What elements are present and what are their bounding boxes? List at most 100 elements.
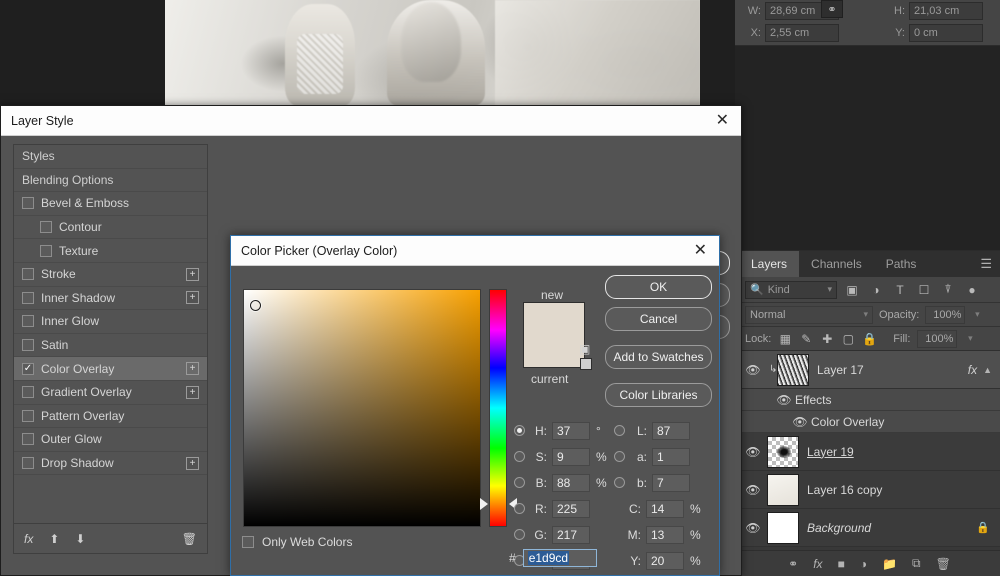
checkbox[interactable] — [22, 433, 34, 446]
sidebar-item-blending-options[interactable]: Blending Options — [14, 169, 207, 193]
checkbox[interactable] — [22, 409, 34, 422]
effect-visibility-icon[interactable]: 👁 — [789, 415, 811, 429]
brightness-input[interactable]: 88 — [552, 473, 590, 492]
hue-slider[interactable] — [489, 289, 507, 527]
add-effect-icon[interactable]: + — [186, 362, 199, 376]
chevron-up-icon[interactable]: ▲ — [983, 365, 992, 375]
fx-icon[interactable]: fx — [813, 557, 822, 571]
checkbox[interactable]: ✓ — [22, 362, 34, 375]
add-to-swatches-button[interactable]: Add to Swatches — [605, 345, 712, 369]
checkbox[interactable] — [22, 268, 34, 281]
add-mask-icon[interactable]: ■ — [838, 557, 845, 571]
only-web-colors-row[interactable]: Only Web Colors — [242, 535, 352, 549]
checkbox[interactable] — [22, 457, 34, 470]
out-of-gamut-icon[interactable]: ▣ — [579, 342, 590, 356]
sidebar-item-satin[interactable]: Satin — [14, 334, 207, 358]
brightness-radio[interactable] — [514, 477, 525, 488]
delete-layer-icon[interactable]: 🗑 — [936, 557, 951, 571]
add-effect-icon[interactable]: + — [186, 267, 199, 281]
pixel-filter-icon[interactable]: ▣ — [843, 281, 861, 299]
add-effect-icon[interactable]: + — [186, 385, 199, 399]
lock-image-icon[interactable]: ✎ — [799, 332, 813, 346]
canvas-area[interactable] — [0, 0, 735, 106]
lab-a-input[interactable]: 1 — [652, 447, 690, 466]
tab-channels[interactable]: Channels — [799, 251, 874, 277]
document-photo[interactable] — [165, 0, 700, 106]
lab-l-input[interactable]: 87 — [652, 421, 690, 440]
type-filter-icon[interactable]: T — [891, 281, 909, 299]
layer-name[interactable]: Background — [807, 521, 976, 535]
chevron-down-icon[interactable]: ▾ — [964, 333, 976, 344]
tab-paths[interactable]: Paths — [874, 251, 929, 277]
options-y-field[interactable]: 0 cm — [909, 24, 983, 42]
shape-filter-icon[interactable]: ☐ — [915, 281, 933, 299]
fx-icon[interactable]: fx — [968, 363, 977, 377]
sidebar-item-drop-shadow[interactable]: Drop Shadow + — [14, 452, 207, 476]
table-row[interactable]: 👁 Layer 19 — [739, 433, 1000, 471]
smart-object-filter-icon[interactable]: ⍒ — [939, 281, 957, 299]
panel-menu-icon[interactable]: ☰ — [980, 257, 992, 270]
checkbox[interactable] — [22, 197, 34, 210]
layer-thumbnail[interactable] — [767, 473, 799, 506]
checkbox[interactable] — [22, 339, 34, 352]
color-field-cursor[interactable] — [250, 300, 261, 311]
layer-style-titlebar[interactable]: Layer Style ✕ — [1, 106, 741, 136]
layer-visibility-icon[interactable]: 👁 — [739, 445, 767, 459]
color-preview-swatch[interactable] — [523, 302, 585, 368]
sidebar-item-bevel-emboss[interactable]: Bevel & Emboss — [14, 192, 207, 216]
saturation-input[interactable]: 9 — [552, 447, 590, 466]
layer-visibility-icon[interactable]: 👁 — [739, 363, 767, 377]
lock-artboard-icon[interactable]: ▢ — [841, 332, 855, 346]
ok-button[interactable]: OK — [605, 275, 712, 299]
table-row[interactable]: 👁 ↳ Layer 17 fx ▲ — [739, 351, 1000, 389]
layer-thumbnail[interactable] — [777, 353, 809, 386]
layer-name[interactable]: Layer 17 — [817, 363, 968, 377]
sidebar-item-gradient-overlay[interactable]: Gradient Overlay + — [14, 381, 207, 405]
adjustment-filter-icon[interactable]: ◑ — [867, 281, 885, 299]
sidebar-item-inner-shadow[interactable]: Inner Shadow + — [14, 287, 207, 311]
table-row[interactable]: 👁 Layer 16 copy — [739, 471, 1000, 509]
adjustment-layer-icon[interactable]: ◑ — [860, 557, 867, 571]
hex-input[interactable]: e1d9cd — [522, 549, 597, 567]
new-layer-icon[interactable]: ⧉ — [912, 556, 921, 571]
lock-all-icon[interactable]: 🔒 — [862, 332, 877, 346]
layer-name[interactable]: Layer 19 — [807, 445, 1000, 459]
hue-radio[interactable] — [514, 425, 525, 436]
fx-icon[interactable]: fx — [24, 532, 33, 546]
lab-l-radio[interactable] — [614, 425, 625, 436]
layer-visibility-icon[interactable]: 👁 — [739, 483, 767, 497]
add-effect-icon[interactable]: + — [186, 456, 199, 470]
checkbox[interactable] — [40, 244, 52, 257]
list-item[interactable]: 👁 Color Overlay — [739, 411, 1000, 433]
checkbox[interactable] — [22, 386, 34, 399]
delete-icon[interactable]: 🗑 — [182, 532, 197, 546]
sidebar-item-color-overlay[interactable]: ✓ Color Overlay + — [14, 357, 207, 381]
layer-blend-mode-select[interactable]: Normal ▾ — [745, 305, 873, 324]
filter-toggle-icon[interactable]: ● — [963, 281, 981, 299]
sidebar-item-outer-glow[interactable]: Outer Glow — [14, 428, 207, 452]
checkbox[interactable] — [22, 291, 34, 304]
link-icon[interactable]: ⚭ — [821, 0, 843, 18]
new-group-icon[interactable]: 📁 — [882, 557, 897, 571]
options-x-field[interactable]: 2,55 cm — [765, 24, 839, 42]
effects-visibility-icon[interactable]: 👁 — [773, 393, 795, 407]
lab-b-radio[interactable] — [614, 477, 625, 488]
layer-thumbnail[interactable] — [767, 435, 799, 468]
layer-thumbnail[interactable] — [767, 511, 799, 544]
sidebar-item-contour[interactable]: Contour — [14, 216, 207, 240]
hue-slider-thumb-left[interactable] — [480, 498, 488, 510]
cancel-button[interactable]: Cancel — [605, 307, 712, 331]
add-effect-icon[interactable]: + — [186, 291, 199, 305]
saturation-brightness-field[interactable] — [243, 289, 481, 527]
lock-transparency-icon[interactable]: ▦ — [778, 332, 792, 346]
lab-b-input[interactable]: 7 — [652, 473, 690, 492]
close-icon[interactable]: ✕ — [694, 242, 707, 260]
move-down-icon[interactable]: ⬇ — [75, 532, 85, 546]
color-picker-titlebar[interactable]: Color Picker (Overlay Color) ✕ — [231, 236, 719, 266]
saturation-radio[interactable] — [514, 451, 525, 462]
rgb-r-radio[interactable] — [514, 503, 525, 514]
lab-a-radio[interactable] — [614, 451, 625, 462]
checkbox[interactable] — [40, 221, 52, 234]
hue-input[interactable]: 37 — [552, 421, 590, 440]
checkbox[interactable] — [242, 536, 254, 548]
